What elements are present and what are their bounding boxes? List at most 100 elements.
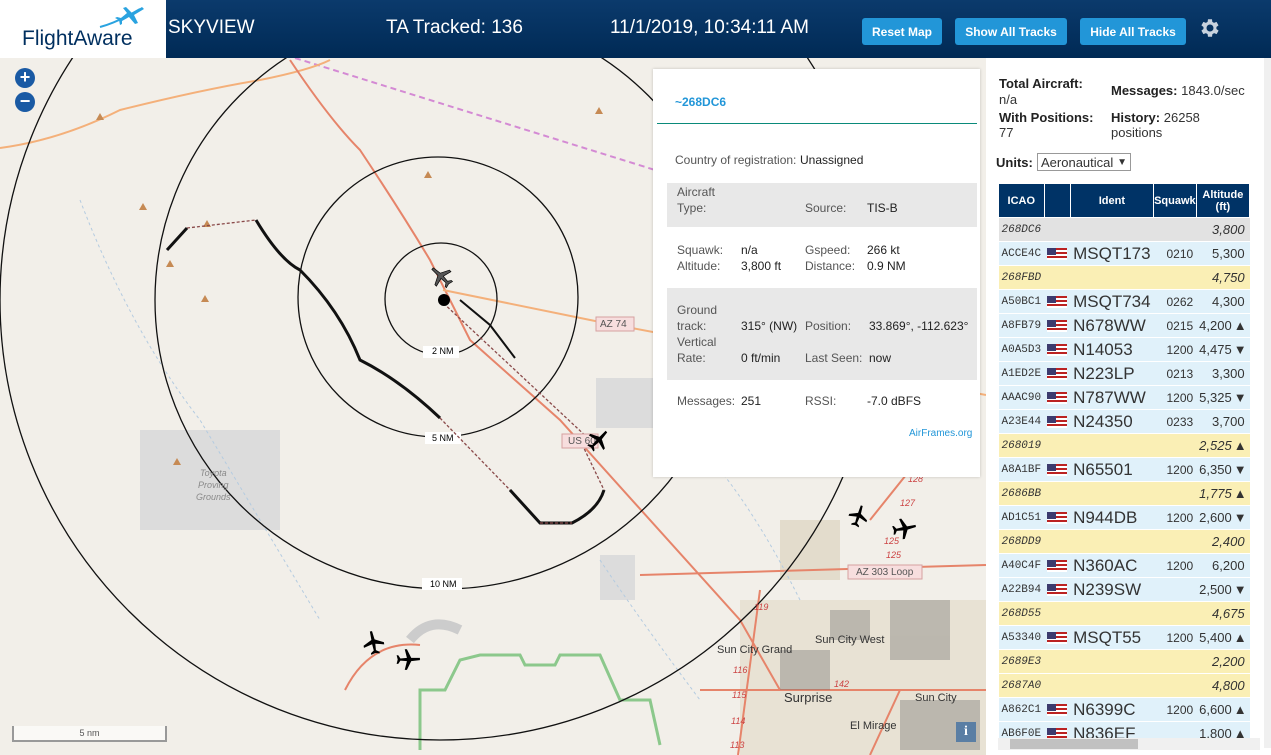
icao-cell: A1ED2E (998, 361, 1045, 386)
airframes-link[interactable]: AirFrames.org (909, 428, 972, 439)
table-row[interactable]: ACCE4C MSQT173 0210 5,300 (998, 241, 1250, 266)
col-altitude[interactable]: Altitude (ft) (1195, 183, 1251, 218)
altitude-value: 3,800 ft (741, 259, 782, 273)
altitude-value: 3,800 (1212, 222, 1245, 237)
source-label: Source: (805, 201, 847, 215)
trend-icon: ▼ (1233, 342, 1247, 357)
table-row[interactable]: 268D55 4,675 (998, 601, 1250, 626)
altitude-cell: 3,800 (1196, 217, 1250, 242)
table-row[interactable]: A8A1BF N65501 1200 6,350 ▼ (998, 457, 1250, 482)
show-all-tracks-button[interactable]: Show All Tracks (955, 18, 1067, 45)
route-127: 127 (900, 498, 916, 508)
units-select[interactable]: Aeronautical ▼ (1037, 153, 1131, 171)
icao-cell: A862C1 (998, 697, 1045, 722)
table-row[interactable]: 2689E3 2,200 (998, 649, 1250, 674)
altitude-value: 2,525 (1199, 438, 1232, 453)
chevron-down-icon: ▼ (1117, 157, 1127, 168)
flightaware-logo[interactable]: FlightAware (0, 0, 166, 58)
table-row[interactable]: A862C1 N6399C 1200 6,600 ▲ (998, 697, 1250, 722)
table-row[interactable]: AAAC90 N787WW 1200 5,325 ▼ (998, 385, 1250, 410)
col-icao[interactable]: ICAO (998, 183, 1045, 218)
table-row[interactable]: 268019 2,525 ▲ (998, 433, 1250, 458)
table-row[interactable]: 268FBD 4,750 (998, 265, 1250, 290)
sidebar-scrollbar[interactable] (1264, 58, 1271, 748)
aircraft-icon[interactable] (891, 515, 917, 541)
country-label: Country of registration: (675, 153, 797, 167)
map-info-button[interactable]: i (956, 722, 976, 742)
us-flag-icon (1047, 416, 1068, 429)
table-row[interactable]: A53340 MSQT55 1200 5,400 ▲ (998, 625, 1250, 650)
route-115: 115 (732, 690, 747, 700)
table-row[interactable]: 268DC6 3,800 (998, 217, 1250, 242)
trend-icon: ▲ (1233, 630, 1247, 645)
icao-cell: ACCE4C (998, 241, 1045, 266)
datetime: 11/1/2019, 10:34:11 AM (610, 17, 809, 38)
altitude-value: 2,600 (1199, 510, 1232, 525)
icao-cell: 2687A0 (998, 673, 1045, 698)
table-row[interactable]: A22B94 N239SW 2,500 ▼ (998, 577, 1250, 602)
table-row[interactable]: 2687A0 4,800 (998, 673, 1250, 698)
table-row[interactable]: 268DD9 2,400 (998, 529, 1250, 554)
reset-map-button[interactable]: Reset Map (862, 18, 942, 45)
table-row[interactable]: AD1C51 N944DB 1200 2,600 ▼ (998, 505, 1250, 530)
altitude-cell: 2,200 (1196, 649, 1250, 674)
ident-cell: MSQT173 (1070, 241, 1154, 266)
ident-cell: N944DB (1070, 505, 1154, 530)
table-row[interactable]: A8FB79 N678WW 0215 4,200 ▲ (998, 313, 1250, 338)
aircraft-icon[interactable] (395, 646, 421, 672)
icao-cell: 268DD9 (998, 529, 1045, 554)
altitude-value: 4,475 (1199, 342, 1232, 357)
zoom-in-button[interactable]: + (15, 68, 35, 88)
place-grounds: Grounds (196, 492, 231, 502)
icao-cell: A50BC1 (998, 289, 1045, 314)
aircraft-icon[interactable] (846, 504, 870, 528)
place-toyota: Toyota (200, 468, 227, 478)
icao-cell: A8FB79 (998, 313, 1045, 338)
logo-text: FlightAware (22, 27, 133, 50)
scroll-thumb[interactable] (1010, 739, 1138, 749)
distance-value: 0.9 NM (867, 259, 906, 273)
table-row[interactable]: A1ED2E N223LP 0213 3,300 (998, 361, 1250, 386)
ring-label-2nm: 2 NM (432, 346, 454, 356)
gear-icon[interactable] (1197, 14, 1221, 42)
icao-cell: AD1C51 (998, 505, 1045, 530)
altitude-cell: 4,300 (1196, 289, 1250, 314)
selected-aircraft-icon[interactable] (428, 264, 454, 290)
ident-cell: N678WW (1070, 313, 1154, 338)
altitude-cell: 5,300 (1196, 241, 1250, 266)
col-flag[interactable] (1043, 183, 1071, 218)
table-row[interactable]: A23E44 N24350 0233 3,700 (998, 409, 1250, 434)
ground-track-value: 315° (NW) (741, 319, 798, 333)
icao-cell: 268FBD (998, 265, 1045, 290)
table-row[interactable]: A40C4F N360AC 1200 6,200 (998, 553, 1250, 578)
aircraft-icon[interactable] (585, 427, 611, 453)
hide-all-tracks-button[interactable]: Hide All Tracks (1080, 18, 1186, 45)
icao-cell: 2689E3 (998, 649, 1045, 674)
vertical-rate-label: Vertical (677, 335, 717, 349)
aircraft-icon[interactable] (360, 630, 386, 656)
ident-cell (1070, 529, 1154, 554)
altitude-cell: 4,675 (1196, 601, 1250, 626)
table-row[interactable]: 2686BB 1,775 ▲ (998, 481, 1250, 506)
top-bar: FlightAware SKYVIEW TA Tracked: 136 11/1… (0, 0, 1271, 58)
popup-hex[interactable]: ~268DC6 (675, 95, 726, 109)
us-flag-icon (1047, 248, 1068, 261)
table-row[interactable]: A50BC1 MSQT734 0262 4,300 (998, 289, 1250, 314)
vertical-rate-label-2: Rate: (677, 351, 706, 365)
us-flag-icon (1047, 392, 1068, 405)
altitude-value: 2,200 (1212, 654, 1245, 669)
col-ident[interactable]: Ident (1069, 183, 1155, 218)
ident-cell: N24350 (1070, 409, 1154, 434)
col-squawk[interactable]: Squawk (1153, 183, 1197, 218)
receiver-location (438, 294, 450, 306)
table-row[interactable]: A0A5D3 N14053 1200 4,475 ▼ (998, 337, 1250, 362)
squawk-cell: 0213 (1153, 361, 1197, 386)
place-sun-city-west: Sun City West (815, 634, 885, 646)
aircraft-type-label: Aircraft (677, 185, 716, 199)
icao-cell: AAAC90 (998, 385, 1045, 410)
trend-icon: ▲ (1233, 702, 1247, 717)
altitude-value: 5,400 (1199, 630, 1232, 645)
zoom-out-button[interactable]: − (15, 92, 35, 112)
flag-cell (1044, 673, 1071, 698)
ground-track-label-2: track: (677, 319, 707, 333)
